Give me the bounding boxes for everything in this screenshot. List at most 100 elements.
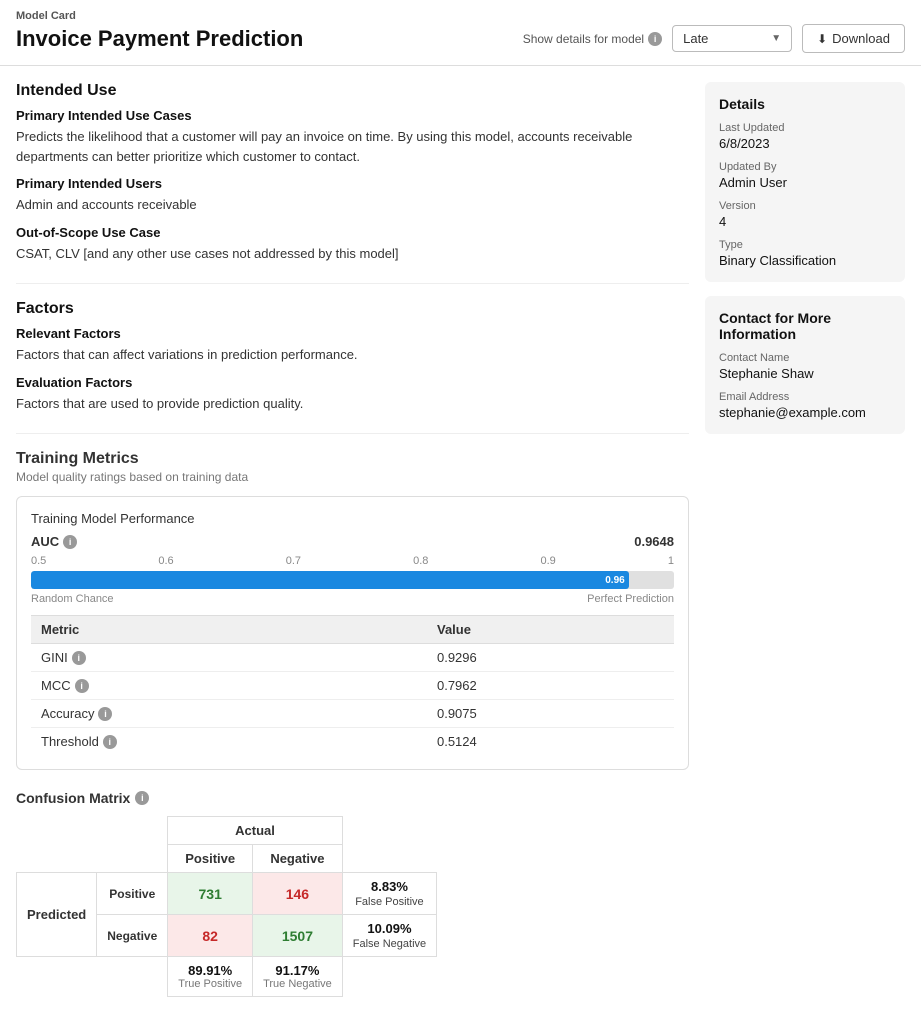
intended-use-section: Intended Use Primary Intended Use Cases … bbox=[16, 82, 689, 263]
metrics-col-metric: Metric bbox=[31, 616, 427, 644]
cm-predicted-positive-label: Positive bbox=[97, 873, 168, 915]
scale-2: 0.7 bbox=[286, 555, 301, 567]
confusion-matrix-title: Confusion Matrix i bbox=[16, 790, 689, 806]
auc-value: 0.9648 bbox=[634, 534, 674, 549]
confusion-info-icon: i bbox=[135, 791, 149, 805]
auc-row: AUC i 0.9648 bbox=[31, 534, 674, 549]
out-of-scope-text: CSAT, CLV [and any other use cases not a… bbox=[16, 244, 689, 264]
model-card-label: Model Card bbox=[16, 10, 905, 22]
type-label: Type bbox=[719, 239, 891, 251]
cm-fn-side: 10.09% False Negative bbox=[342, 915, 436, 957]
cm-fp-pct: 8.83% bbox=[371, 879, 408, 894]
download-button[interactable]: ⬇ Download bbox=[802, 24, 905, 53]
cm-empty-1 bbox=[17, 845, 97, 873]
metrics-table-row: Threshold i 0.5124 bbox=[31, 728, 674, 756]
version-label: Version bbox=[719, 200, 891, 212]
auc-info-icon: i bbox=[63, 535, 77, 549]
gauge-scale: 0.5 0.6 0.7 0.8 0.9 1 bbox=[31, 555, 674, 567]
primary-use-text: Predicts the likelihood that a customer … bbox=[16, 127, 689, 166]
chevron-down-icon: ▼ bbox=[771, 33, 781, 44]
confusion-matrix-wrapper: Actual Positive Negative bbox=[16, 816, 689, 997]
version-value: 4 bbox=[719, 214, 891, 229]
gauge-fill: 0.96 bbox=[31, 571, 629, 589]
cm-predicted-label: Predicted bbox=[17, 873, 97, 957]
header: Model Card Invoice Payment Prediction Sh… bbox=[0, 0, 921, 66]
training-metrics-section: Training Metrics Model quality ratings b… bbox=[16, 450, 689, 770]
page-title: Invoice Payment Prediction bbox=[16, 26, 303, 52]
metric-value-cell: 0.9075 bbox=[427, 700, 674, 728]
cm-row-header: Actual bbox=[17, 817, 437, 845]
cm-tp-cell: 731 bbox=[168, 873, 253, 915]
scale-4: 0.9 bbox=[541, 555, 556, 567]
contact-card-title: Contact for More Information bbox=[719, 310, 891, 342]
divider-2 bbox=[16, 433, 689, 434]
cm-tp-pct: 89.91% bbox=[178, 963, 242, 978]
confusion-matrix-title-text: Confusion Matrix bbox=[16, 790, 130, 806]
main-content: Intended Use Primary Intended Use Cases … bbox=[16, 82, 689, 997]
scale-1: 0.6 bbox=[158, 555, 173, 567]
model-select-value: Late bbox=[683, 31, 708, 46]
cm-tn-pct: 91.17% bbox=[263, 963, 332, 978]
cm-empty-3 bbox=[342, 845, 436, 873]
contact-card: Contact for More Information Contact Nam… bbox=[705, 296, 905, 434]
training-metrics-subtitle: Model quality ratings based on training … bbox=[16, 470, 689, 484]
metrics-table-row: Accuracy i 0.9075 bbox=[31, 700, 674, 728]
contact-email-value: stephanie@example.com bbox=[719, 405, 891, 420]
performance-box: Training Model Performance AUC i 0.9648 … bbox=[16, 496, 689, 770]
cm-fp-side: 8.83% False Positive bbox=[342, 873, 436, 915]
cm-row-col-headers: Positive Negative bbox=[17, 845, 437, 873]
cm-fp-label: False Positive bbox=[355, 896, 423, 908]
details-card: Details Last Updated 6/8/2023 Updated By… bbox=[705, 82, 905, 282]
details-card-title: Details bbox=[719, 96, 891, 112]
metric-info-icon: i bbox=[75, 679, 89, 693]
factors-section: Factors Relevant Factors Factors that ca… bbox=[16, 300, 689, 413]
training-metrics-title: Training Metrics bbox=[16, 450, 689, 468]
contact-name-label: Contact Name bbox=[719, 352, 891, 364]
cm-negative-col-header: Negative bbox=[253, 845, 343, 873]
cm-bottom-empty-2 bbox=[97, 957, 168, 997]
metric-info-icon: i bbox=[98, 707, 112, 721]
metric-name-cell: GINI i bbox=[31, 644, 427, 672]
confusion-matrix-table: Actual Positive Negative bbox=[16, 816, 437, 997]
metrics-table: Metric Value GINI i 0.9296 bbox=[31, 615, 674, 755]
updated-by-label: Updated By bbox=[719, 161, 891, 173]
last-updated-value: 6/8/2023 bbox=[719, 136, 891, 151]
cm-tn-bottom: 91.17% True Negative bbox=[253, 957, 343, 997]
evaluation-factors-text: Factors that are used to provide predict… bbox=[16, 394, 689, 414]
cm-predicted-negative-label: Negative bbox=[97, 915, 168, 957]
metric-name-cell: MCC i bbox=[31, 672, 427, 700]
auc-label: AUC i bbox=[31, 534, 77, 549]
scale-5: 1 bbox=[668, 555, 674, 567]
cm-empty-2 bbox=[97, 845, 168, 873]
cm-positive-col-header: Positive bbox=[168, 845, 253, 873]
relevant-factors-text: Factors that can affect variations in pr… bbox=[16, 345, 689, 365]
content: Intended Use Primary Intended Use Cases … bbox=[0, 66, 921, 1013]
cm-bottom-empty-3 bbox=[342, 957, 436, 997]
cm-tp-bottom: 89.91% True Positive bbox=[168, 957, 253, 997]
model-select-dropdown[interactable]: Late ▼ bbox=[672, 25, 792, 52]
contact-name-value: Stephanie Shaw bbox=[719, 366, 891, 381]
metrics-col-value: Value bbox=[427, 616, 674, 644]
metrics-table-row: MCC i 0.7962 bbox=[31, 672, 674, 700]
show-details-label: Show details for model i bbox=[523, 32, 662, 46]
gauge-bar-wrapper: 0.96 bbox=[31, 571, 674, 589]
cm-fn-pct: 10.09% bbox=[367, 921, 411, 936]
intended-use-title: Intended Use bbox=[16, 82, 689, 100]
cm-fp-cell: 146 bbox=[253, 873, 343, 915]
scale-3: 0.8 bbox=[413, 555, 428, 567]
factors-title: Factors bbox=[16, 300, 689, 318]
cm-corner-empty-3 bbox=[342, 817, 436, 845]
metric-info-icon: i bbox=[72, 651, 86, 665]
cm-row-bottom: 89.91% True Positive 91.17% True Negativ… bbox=[17, 957, 437, 997]
evaluation-factors-label: Evaluation Factors bbox=[16, 375, 689, 390]
users-text: Admin and accounts receivable bbox=[16, 195, 689, 215]
cm-fn-cell: 82 bbox=[168, 915, 253, 957]
cm-corner-empty-2 bbox=[97, 817, 168, 845]
show-details-text: Show details for model bbox=[523, 32, 644, 46]
header-row: Invoice Payment Prediction Show details … bbox=[16, 24, 905, 53]
cm-tp-label: True Positive bbox=[178, 978, 242, 990]
updated-by-value: Admin User bbox=[719, 175, 891, 190]
metric-info-icon: i bbox=[103, 735, 117, 749]
info-icon: i bbox=[648, 32, 662, 46]
perf-box-title: Training Model Performance bbox=[31, 511, 674, 526]
